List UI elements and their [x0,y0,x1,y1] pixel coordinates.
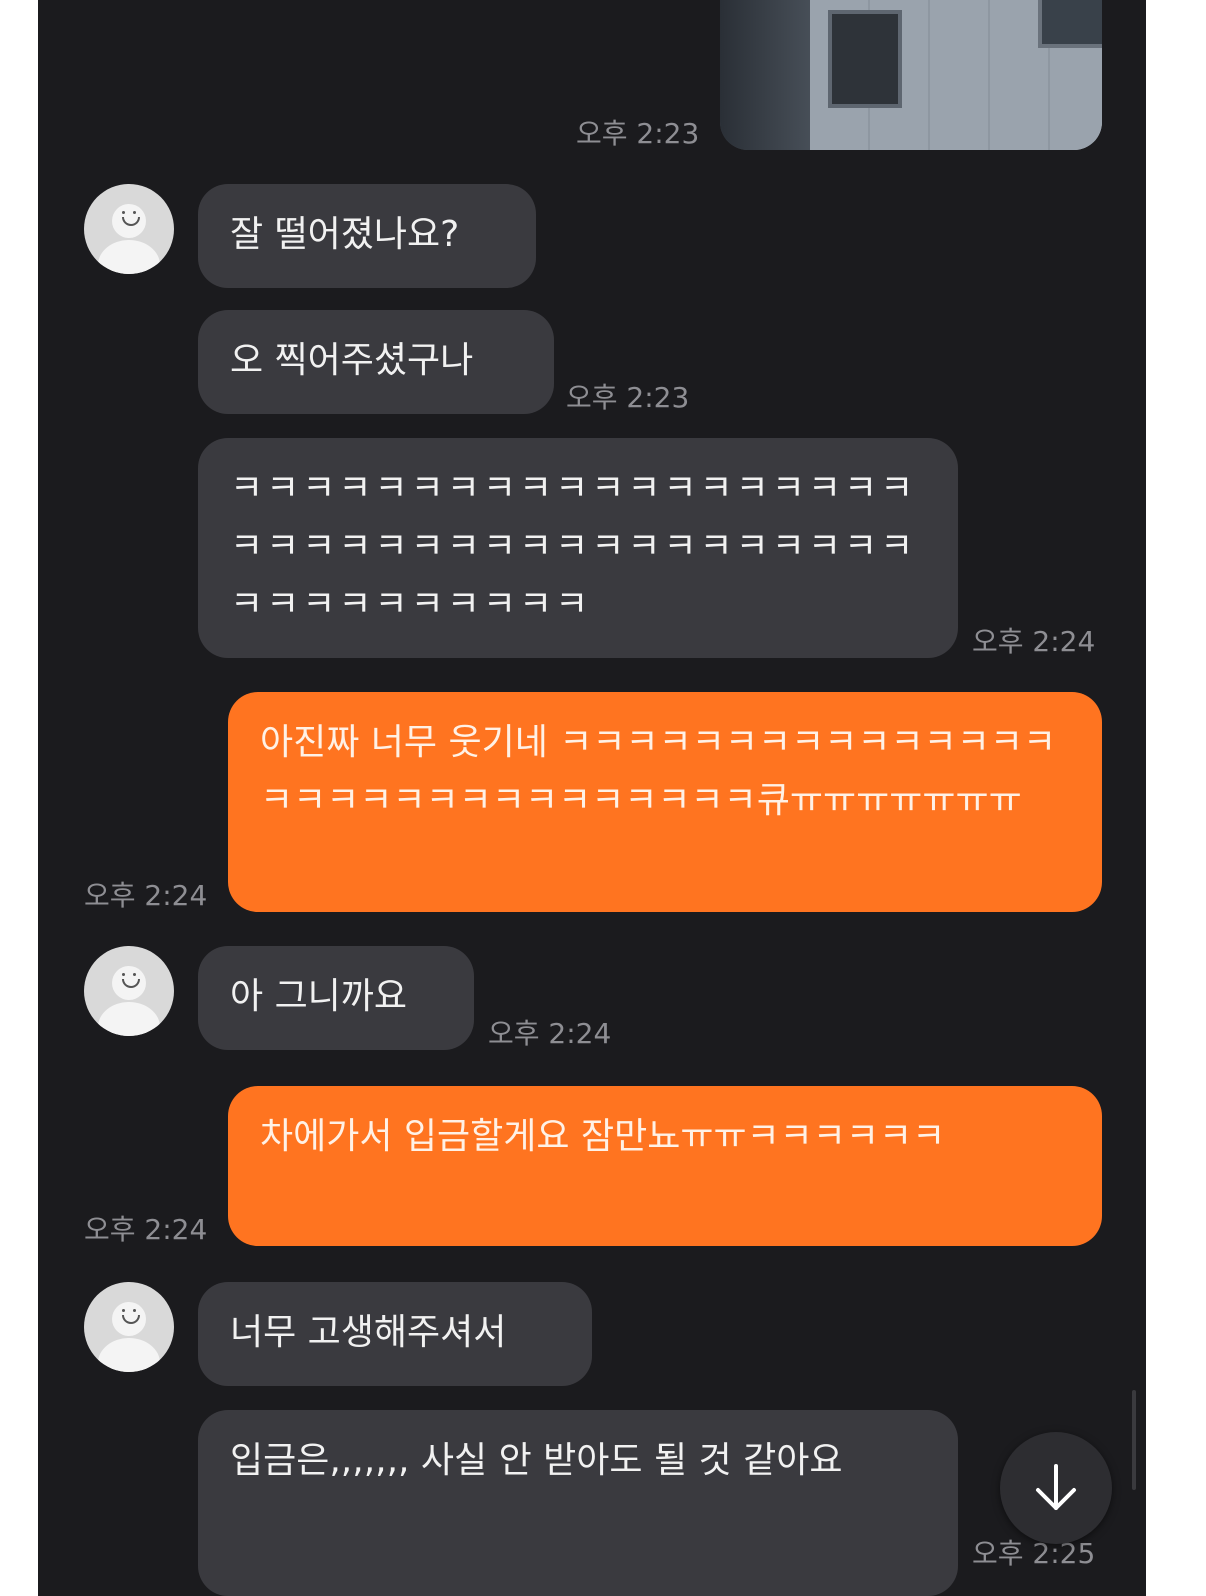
avatar-eye [122,1309,125,1312]
avatar-eye [133,1309,136,1312]
scrollbar[interactable] [1132,1390,1136,1490]
avatar[interactable] [84,1282,174,1372]
arrow-down-icon [1036,1464,1076,1510]
outgoing-message[interactable]: 차에가서 입금할게요 잠만뇨ㅠㅠㅋㅋㅋㅋㅋㅋ [228,1086,1102,1246]
avatar-body [98,1002,160,1036]
avatar-eye [133,973,136,976]
avatar[interactable] [84,946,174,1036]
photo-window [1038,0,1102,48]
scroll-down-button[interactable] [1000,1432,1112,1544]
sent-photo[interactable] [720,0,1102,150]
timestamp: 오후 2:24 [84,879,208,912]
avatar[interactable] [84,184,174,274]
avatar-eye [122,211,125,214]
timestamp: 오후 2:24 [84,1213,208,1246]
incoming-message[interactable]: 입금은,,,,,,, 사실 안 받아도 될 것 같아요 [198,1410,958,1596]
avatar-body [98,1338,160,1372]
timestamp: 오후 2:24 [488,1017,612,1050]
incoming-message[interactable]: ㅋㅋㅋㅋㅋㅋㅋㅋㅋㅋㅋㅋㅋㅋㅋㅋㅋㅋㅋㅋㅋㅋㅋㅋㅋㅋㅋㅋㅋㅋㅋㅋㅋㅋㅋㅋㅋㅋㅋㅋ… [198,438,958,658]
timestamp: 오후 2:23 [576,117,700,150]
incoming-message[interactable]: 오 찍어주셨구나 [198,310,554,414]
chat-screen: 오후 2:23 잘 떨어졌나요? 오 찍어주셨구나 오후 2:23 ㅋㅋㅋㅋㅋㅋ… [38,0,1146,1596]
photo-window [828,10,902,108]
photo-shadow [720,0,820,150]
avatar-eye [122,973,125,976]
outgoing-message[interactable]: 아진짜 너무 웃기네 ㅋㅋㅋㅋㅋㅋㅋㅋㅋㅋㅋㅋㅋㅋㅋㅋㅋㅋㅋㅋㅋㅋㅋㅋㅋㅋㅋㅋㅋ… [228,692,1102,912]
timestamp: 오후 2:24 [972,625,1096,658]
incoming-message[interactable]: 너무 고생해주셔서 [198,1282,592,1386]
avatar-body [98,240,160,274]
timestamp: 오후 2:23 [566,381,690,414]
incoming-message[interactable]: 잘 떨어졌나요? [198,184,536,288]
avatar-eye [133,211,136,214]
incoming-message[interactable]: 아 그니까요 [198,946,474,1050]
